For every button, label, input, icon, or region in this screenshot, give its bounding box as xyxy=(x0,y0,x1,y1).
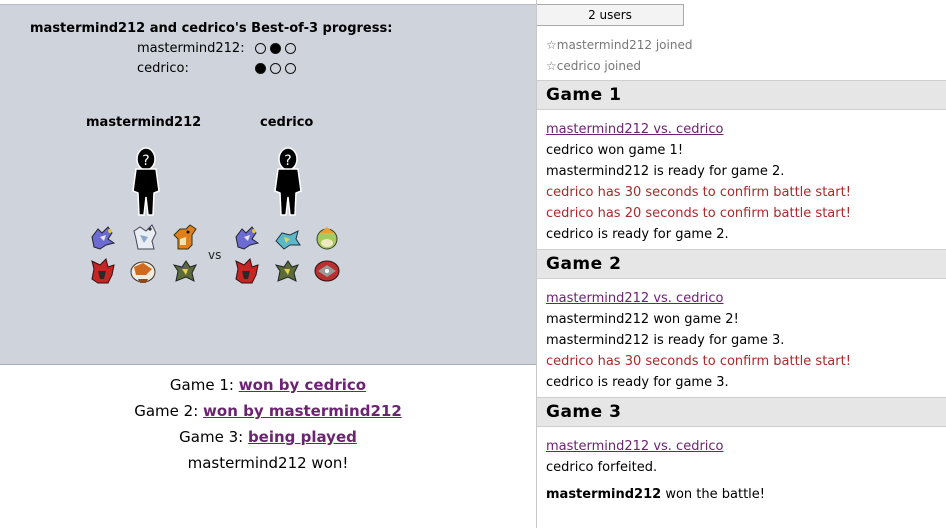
game3-result: Game 3: being played xyxy=(0,424,536,450)
game-dot-icon xyxy=(255,63,266,74)
game-dot-icon xyxy=(285,43,296,54)
pokemon-sprite-icon xyxy=(173,224,197,250)
users-tab[interactable]: 2 users xyxy=(537,4,684,26)
progress-row-cedrico: cedrico: xyxy=(137,61,317,77)
game1-header: Game 1 xyxy=(537,80,946,110)
chat-log-line: cedrico has 30 seconds to confirm battle… xyxy=(546,354,851,369)
game1-result-link[interactable]: won by cedrico xyxy=(239,376,366,394)
game1-result-prefix: Game 1: xyxy=(169,376,239,394)
chat-log-line: cedrico is ready for game 3. xyxy=(546,375,729,390)
winner-name: mastermind212 xyxy=(546,487,662,502)
pokemon-sprite-icon xyxy=(130,261,156,283)
game2-result-prefix: Game 2: xyxy=(134,402,204,420)
left-panel: mastermind212 and cedrico's Best-of-3 pr… xyxy=(0,0,536,528)
game3-header: Game 3 xyxy=(537,397,946,427)
progress-player-name: cedrico: xyxy=(137,61,189,76)
chat-log-line: mastermind212 is ready for game 2. xyxy=(546,164,785,179)
pokemon-sprite-icon xyxy=(91,258,115,284)
chat-log-line: mastermind212 won game 2! xyxy=(546,312,739,327)
game-dot-icon xyxy=(285,63,296,74)
battle-winner-message: mastermind212 won the battle! xyxy=(546,487,765,502)
game3-result-prefix: Game 3: xyxy=(179,428,248,446)
game1-result: Game 1: won by cedrico xyxy=(0,372,536,398)
svg-text:?: ? xyxy=(142,153,149,169)
pokemon-sprite-icon xyxy=(316,227,338,250)
chat-log-panel: 2 users ☆mastermind212 joined ☆cedrico j… xyxy=(536,0,946,528)
pokemon-sprite-icon xyxy=(133,224,157,250)
join-message: ☆mastermind212 joined xyxy=(546,38,693,52)
pokemon-sprite-icon xyxy=(235,226,260,250)
game1-battle-link[interactable]: mastermind212 vs. cedrico xyxy=(546,122,724,137)
pokemon-sprite-icon xyxy=(274,260,299,282)
player2-name: cedrico xyxy=(260,115,314,130)
progress-dots xyxy=(255,63,296,74)
game2-battle-link[interactable]: mastermind212 vs. cedrico xyxy=(546,291,724,306)
game-dot-icon xyxy=(270,63,281,74)
battle-preview-area: mastermind212 and cedrico's Best-of-3 pr… xyxy=(0,4,536,365)
game3-battle-link[interactable]: mastermind212 vs. cedrico xyxy=(546,439,724,454)
winner-text: won the battle! xyxy=(661,487,765,502)
chat-log-line: cedrico won game 1! xyxy=(546,143,684,158)
svg-text:?: ? xyxy=(284,153,291,169)
game2-header: Game 2 xyxy=(537,249,946,279)
progress-title: mastermind212 and cedrico's Best-of-3 pr… xyxy=(30,21,393,36)
progress-row-mastermind212: mastermind212: xyxy=(137,41,317,57)
game-dot-icon xyxy=(270,43,281,54)
series-winner-text: mastermind212 won! xyxy=(187,454,349,472)
pokemon-sprite-icon xyxy=(275,230,301,250)
progress-player-name: mastermind212: xyxy=(137,41,245,56)
series-results: Game 1: won by cedrico Game 2: won by ma… xyxy=(0,372,536,476)
game-dot-icon xyxy=(255,43,266,54)
vs-label: vs xyxy=(208,248,222,262)
player1-name: mastermind212 xyxy=(86,115,202,130)
chat-log-line: cedrico has 20 seconds to confirm battle… xyxy=(546,206,851,221)
trainer-silhouette-icon: ? xyxy=(274,147,302,216)
join-message: ☆cedrico joined xyxy=(546,59,641,73)
chat-log-line: cedrico is ready for game 2. xyxy=(546,227,729,242)
game2-result: Game 2: won by mastermind212 xyxy=(0,398,536,424)
chat-log-line: mastermind212 is ready for game 3. xyxy=(546,333,785,348)
progress-dots xyxy=(255,43,296,54)
pokemon-sprite-icon xyxy=(235,258,259,284)
chat-log-line: cedrico has 30 seconds to confirm battle… xyxy=(546,185,851,200)
pokemon-sprite-icon xyxy=(172,260,197,282)
game3-result-link[interactable]: being played xyxy=(248,428,357,446)
chat-log-line: cedrico forfeited. xyxy=(546,460,658,475)
pokemon-sprite-icon xyxy=(314,260,340,282)
pokemon-sprite-icon xyxy=(91,226,116,250)
game2-result-link[interactable]: won by mastermind212 xyxy=(203,402,402,420)
trainer-silhouette-icon: ? xyxy=(132,147,160,216)
